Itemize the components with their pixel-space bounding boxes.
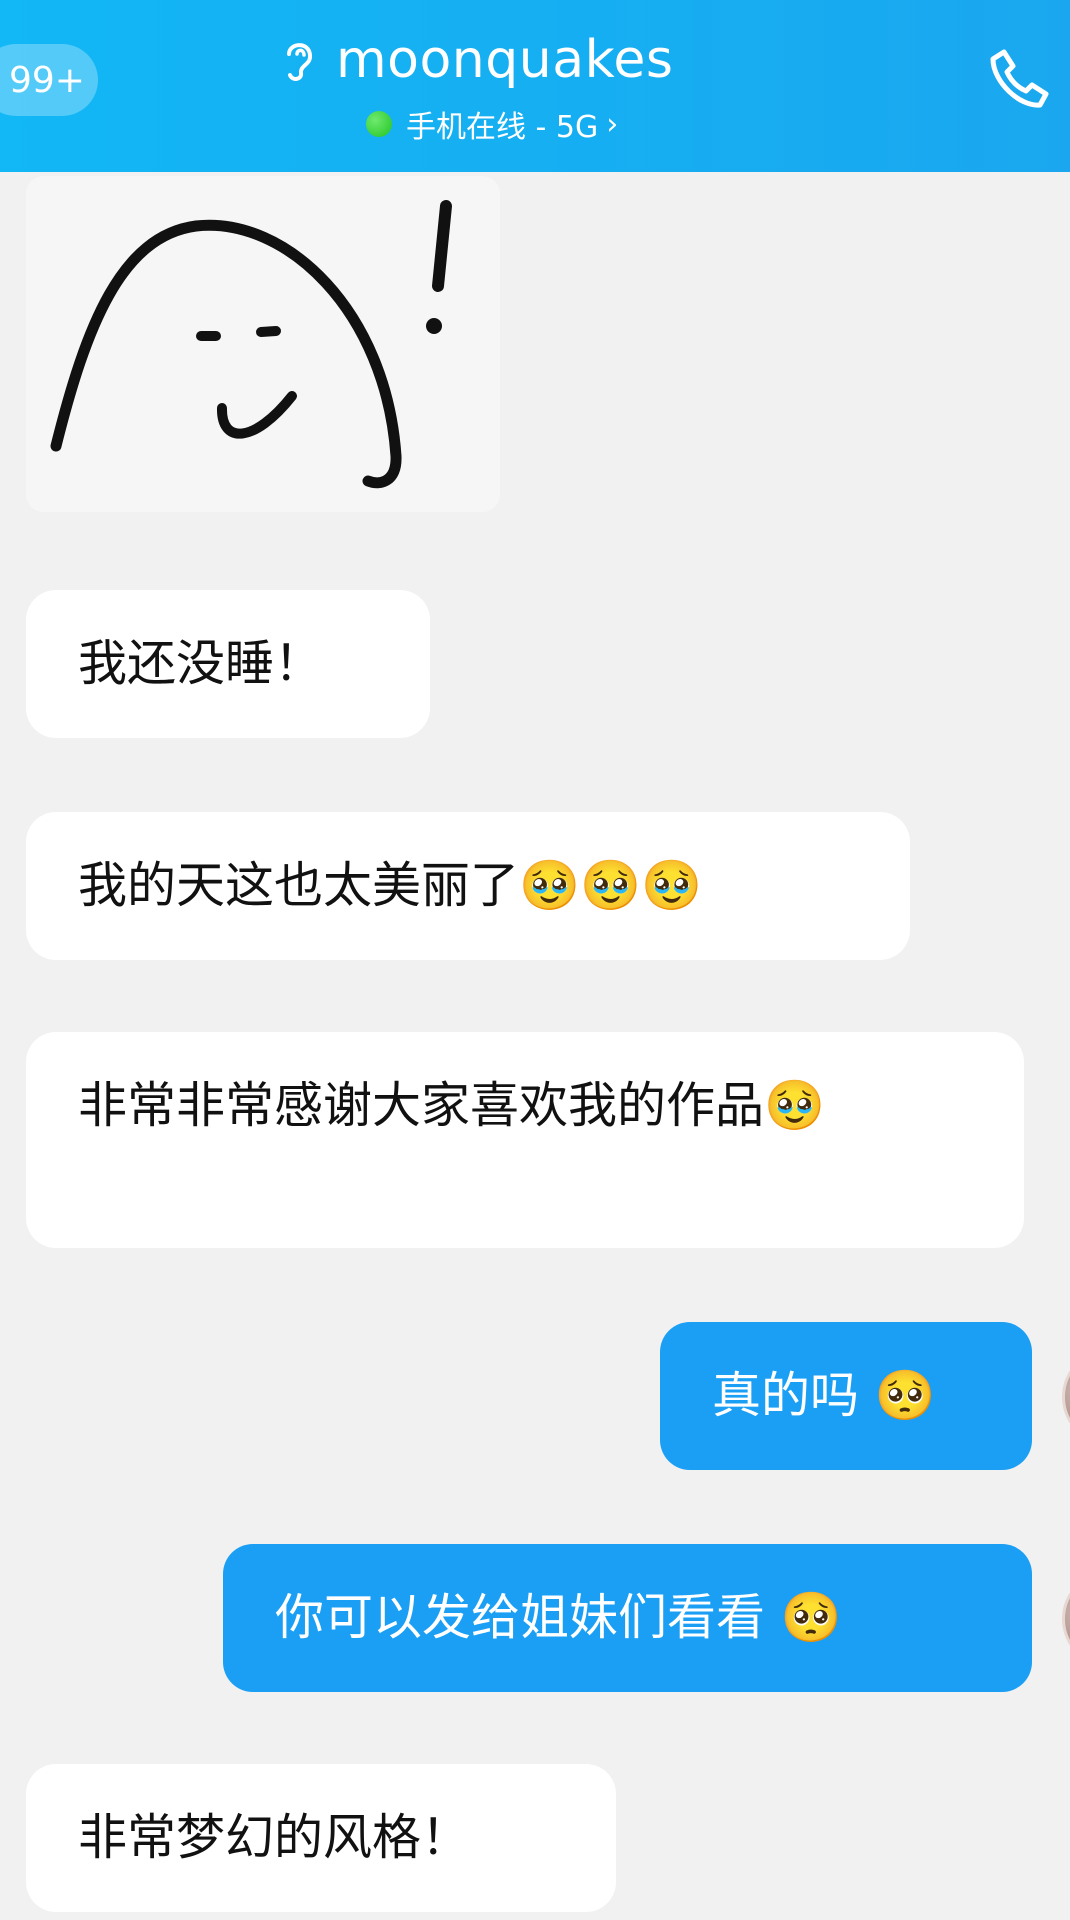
ear-icon[interactable]	[280, 37, 318, 83]
contact-name: moonquakes	[336, 30, 674, 90]
avatar[interactable]	[1062, 1358, 1070, 1436]
online-dot-icon	[366, 111, 392, 137]
title-row: moonquakes	[280, 30, 673, 90]
message-bubble-incoming[interactable]: 非常梦幻的风格！	[26, 1764, 616, 1912]
message-bubble-outgoing[interactable]: 真的吗 🥺	[660, 1322, 1032, 1470]
chat-header: 99+ moonquakes 手机在线 - 5G ›	[0, 0, 1070, 172]
online-status-text: 手机在线 - 5G	[406, 110, 599, 145]
online-status[interactable]: 手机在线 - 5G ›	[366, 104, 619, 145]
avatar[interactable]	[1062, 1580, 1070, 1658]
message-bubble-outgoing[interactable]: 你可以发给姐妹们看看 🥺	[223, 1544, 1032, 1692]
sticker-image[interactable]	[26, 176, 500, 512]
back-button-unread-count[interactable]: 99+	[0, 44, 98, 116]
chevron-right-icon: ›	[606, 106, 619, 142]
message-bubble-incoming[interactable]: 我的天这也太美丽了🥹🥹🥹	[26, 812, 910, 960]
message-bubble-incoming[interactable]: 我还没睡！	[26, 590, 430, 738]
message-bubble-incoming[interactable]: 非常非常感谢大家喜欢我的作品🥹	[26, 1032, 1024, 1248]
phone-icon[interactable]	[986, 44, 1054, 116]
